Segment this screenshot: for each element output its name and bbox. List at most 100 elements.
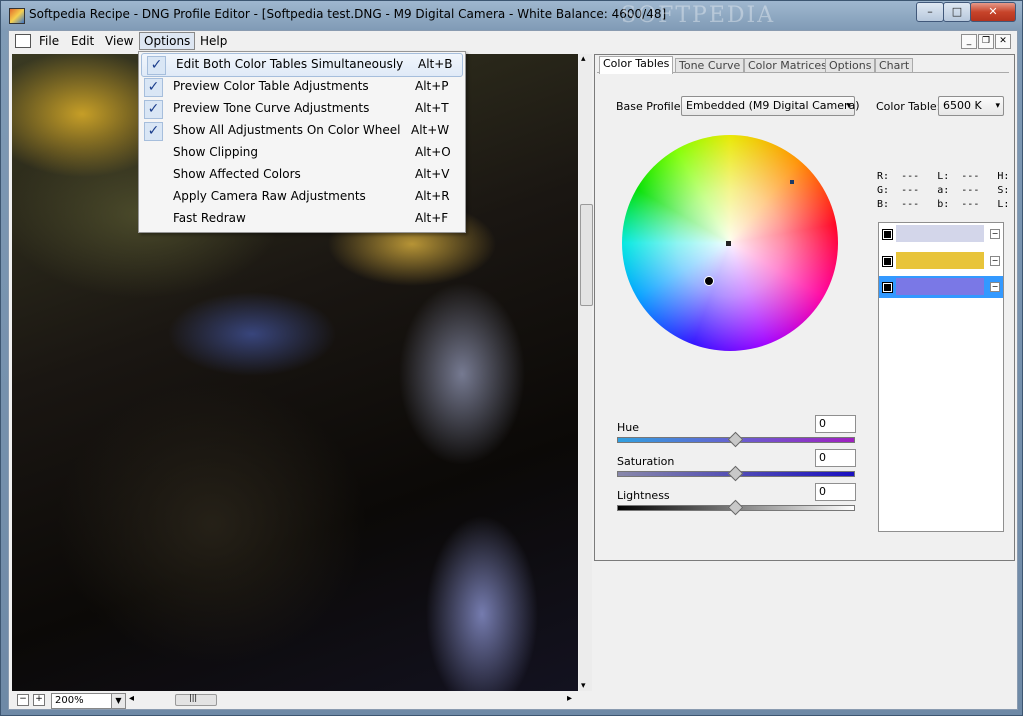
menu-option-preview-color-table[interactable]: ✓ Preview Color Table Adjustments Alt+P — [139, 76, 463, 98]
menu-option-shortcut: Alt+V — [415, 167, 450, 181]
swatch-row[interactable]: − — [879, 250, 1003, 272]
window-title: Softpedia Recipe - DNG Profile Editor - … — [29, 7, 667, 21]
menu-option-preview-tone-curve[interactable]: ✓ Preview Tone Curve Adjustments Alt+T — [139, 98, 463, 120]
swatch-chip — [896, 225, 984, 242]
scroll-right-icon[interactable]: ▸ — [567, 693, 572, 704]
profile-panel: Color Tables Tone Curve Color Matrices O… — [594, 54, 1023, 561]
hue-input[interactable]: 0 — [815, 415, 856, 433]
mdi-restore-icon[interactable]: ❐ — [978, 34, 994, 49]
zoom-out-button[interactable]: − — [17, 694, 29, 706]
menu-option-apply-camera-raw[interactable]: Apply Camera Raw Adjustments Alt+R — [139, 186, 463, 208]
menu-help[interactable]: Help — [196, 33, 231, 49]
checkmark-icon: ✓ — [144, 78, 163, 97]
menu-option-shortcut: Alt+T — [415, 101, 449, 115]
swatch-row[interactable]: − — [879, 276, 1003, 298]
color-tables-page: Base Profile: Embedded (M9 Digital Camer… — [597, 72, 1023, 557]
menu-option-shortcut: Alt+O — [415, 145, 451, 159]
color-table-value: 6500 K — [943, 99, 982, 112]
hue-slider-thumb[interactable] — [727, 431, 744, 448]
menu-option-label: Apply Camera Raw Adjustments — [173, 189, 366, 203]
chevron-down-icon: ▾ — [995, 101, 1000, 111]
vertical-scrollbar[interactable]: ▴ ▾ — [579, 54, 593, 691]
menu-file[interactable]: File — [35, 33, 63, 49]
readout-rgb-b: B: --- b: --- L: --- — [877, 199, 1023, 210]
app-icon[interactable] — [9, 8, 25, 24]
menu-edit[interactable]: Edit — [67, 33, 98, 49]
maximize-button[interactable]: □ — [943, 2, 971, 22]
selected-color-marker[interactable] — [704, 276, 714, 286]
tab-tone-curve[interactable]: Tone Curve — [675, 58, 745, 73]
menu-option-shortcut: Alt+W — [411, 123, 450, 137]
tab-chart[interactable]: Chart — [875, 58, 914, 73]
zoom-select[interactable]: 200% ▼ — [51, 693, 126, 709]
lightness-slider-thumb[interactable] — [727, 499, 744, 516]
mdi-minimize-icon[interactable]: _ — [961, 34, 977, 49]
vertical-scroll-thumb[interactable] — [580, 204, 593, 306]
menu-option-shortcut: Alt+F — [415, 211, 449, 225]
menu-option-label: Preview Color Table Adjustments — [173, 79, 369, 93]
checkmark-icon — [144, 166, 161, 183]
menu-option-fast-redraw[interactable]: Fast Redraw Alt+F — [139, 208, 463, 230]
swatch-chip — [896, 278, 984, 295]
menu-option-show-all-adjustments[interactable]: ✓ Show All Adjustments On Color Wheel Al… — [139, 120, 463, 142]
hue-label: Hue — [617, 421, 640, 434]
readout-rgb-r: R: --- L: --- H: --- — [877, 171, 1023, 182]
lightness-label: Lightness — [617, 489, 670, 502]
base-profile-label: Base Profile: — [616, 100, 685, 113]
menu-options[interactable]: Options — [139, 32, 196, 50]
menu-option-edit-both[interactable]: ✓ Edit Both Color Tables Simultaneously … — [141, 53, 463, 77]
color-swatch-list: − − − — [878, 222, 1004, 532]
swatch-row[interactable]: − — [879, 223, 1003, 245]
chevron-down-icon[interactable]: ▼ — [111, 694, 125, 708]
menu-option-show-affected-colors[interactable]: Show Affected Colors Alt+V — [139, 164, 463, 186]
mdi-close-icon[interactable]: ✕ — [995, 34, 1011, 49]
saturation-input[interactable]: 0 — [815, 449, 856, 467]
readout-rgb-g: G: --- a: --- S: --- — [877, 185, 1023, 196]
saturation-slider-thumb[interactable] — [727, 465, 744, 482]
close-button[interactable]: ✕ — [970, 2, 1016, 22]
remove-swatch-button[interactable]: − — [990, 256, 1000, 266]
remove-swatch-button[interactable]: − — [990, 229, 1000, 239]
zoom-in-button[interactable]: + — [33, 694, 45, 706]
scroll-up-icon[interactable]: ▴ — [581, 54, 586, 64]
scroll-down-icon[interactable]: ▾ — [581, 681, 586, 691]
checkmark-icon: ✓ — [144, 122, 163, 141]
color-table-label: Color Table: — [876, 100, 941, 113]
tab-options[interactable]: Options — [825, 58, 876, 73]
menu-option-show-clipping[interactable]: Show Clipping Alt+O — [139, 142, 463, 164]
swatch-select-icon — [882, 229, 893, 240]
menu-bar: File Edit View Options Help _ ❐ ✕ — [9, 31, 1017, 51]
horizontal-scroll-thumb[interactable]: ||| — [175, 693, 217, 706]
lightness-input[interactable]: 0 — [815, 483, 856, 501]
viewer-statusbar: − + 200% ▼ ◂ ||| ▸ — [9, 691, 593, 709]
chevron-down-icon: ▾ — [846, 101, 851, 111]
checkmark-icon — [144, 188, 161, 205]
checkmark-icon — [144, 144, 161, 161]
client-area: File Edit View Options Help _ ❐ ✕ ▴ ▾ − … — [8, 30, 1023, 710]
tab-color-tables[interactable]: Color Tables — [599, 56, 674, 74]
color-table-select[interactable]: 6500 K ▾ — [938, 96, 1004, 116]
remove-swatch-button[interactable]: − — [990, 282, 1000, 292]
adjustment-marker[interactable] — [790, 180, 794, 184]
minimize-button[interactable]: – — [916, 2, 944, 22]
menu-option-label: Edit Both Color Tables Simultaneously — [176, 57, 404, 71]
scroll-left-icon[interactable]: ◂ — [129, 693, 134, 704]
menu-option-label: Preview Tone Curve Adjustments — [173, 101, 370, 115]
document-icon[interactable] — [15, 34, 31, 48]
base-profile-select[interactable]: Embedded (M9 Digital Camera) ▾ — [681, 96, 860, 116]
color-wheel[interactable] — [622, 135, 838, 351]
center-marker — [726, 241, 731, 246]
swatch-chip — [896, 252, 984, 269]
watermark: SOFTPEDIA — [621, 3, 776, 28]
color-readout: R: --- L: --- H: --- G: --- a: --- S: --… — [877, 170, 1023, 212]
menu-option-label: Show Affected Colors — [173, 167, 301, 181]
options-dropdown-menu: ✓ Edit Both Color Tables Simultaneously … — [138, 51, 466, 233]
title-bar[interactable]: Softpedia Recipe - DNG Profile Editor - … — [1, 1, 1022, 30]
checkmark-icon: ✓ — [144, 100, 163, 119]
checkmark-icon — [144, 210, 161, 227]
menu-view[interactable]: View — [101, 33, 137, 49]
menu-option-shortcut: Alt+R — [415, 189, 450, 203]
swatch-select-icon — [882, 282, 893, 293]
zoom-value: 200% — [55, 695, 84, 706]
tab-color-matrices[interactable]: Color Matrices — [744, 58, 831, 73]
